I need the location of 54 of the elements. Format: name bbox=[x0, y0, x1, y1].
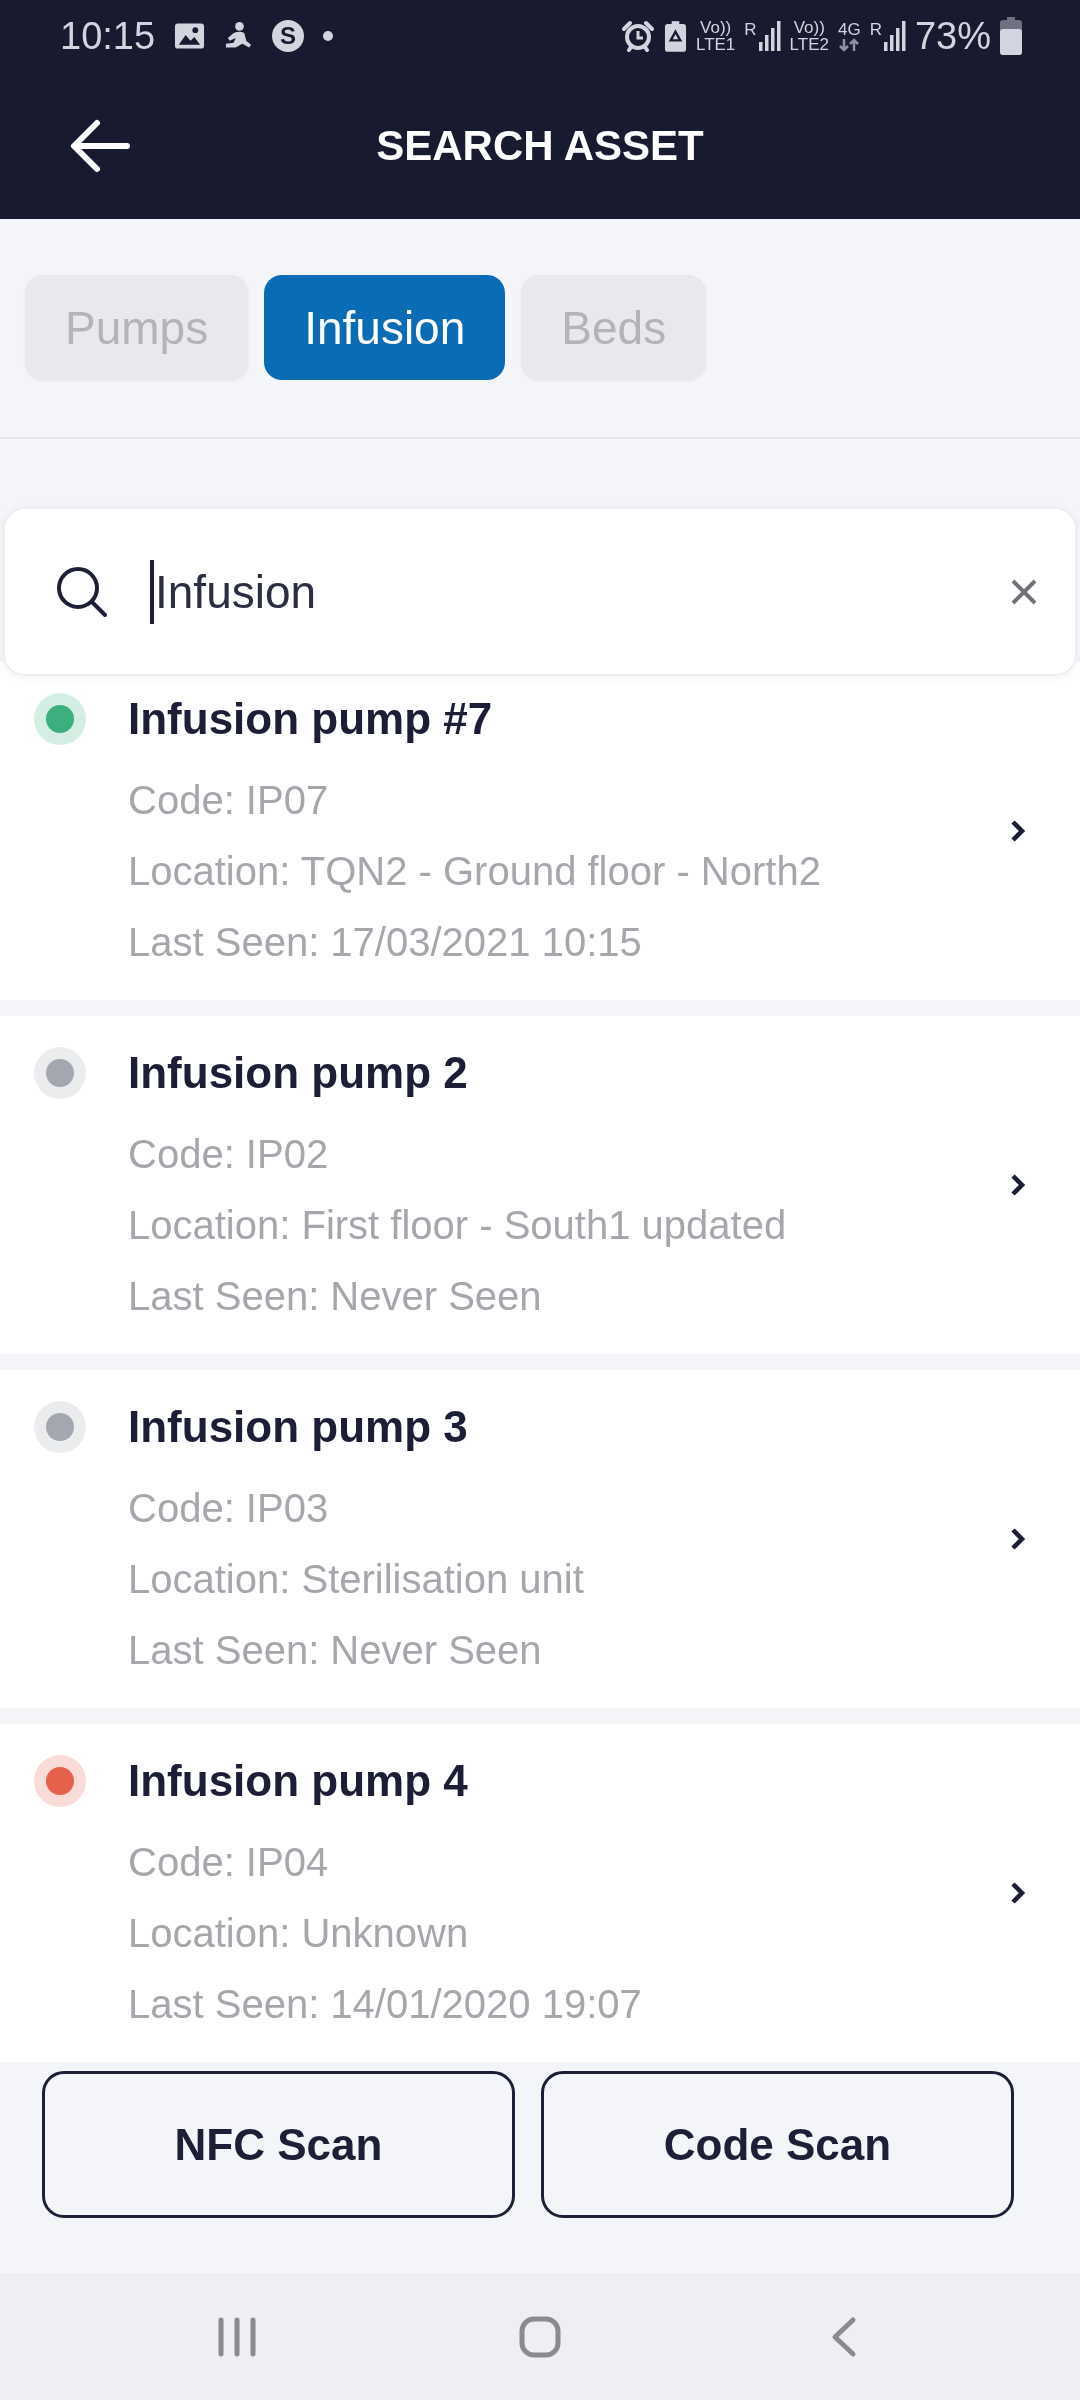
battery-percent: 73% bbox=[914, 17, 991, 55]
asset-location: Location: Sterilisation unit bbox=[128, 1556, 585, 1603]
asset-name: Infusion pump 2 bbox=[128, 1047, 469, 1099]
asset-code: Code: IP02 bbox=[128, 1131, 330, 1178]
asset-code: Code: IP03 bbox=[128, 1485, 330, 1532]
chevron-right-icon bbox=[1010, 819, 1026, 843]
asset-last-seen: Last Seen: Never Seen bbox=[128, 1627, 543, 1674]
asset-location: Location: Unknown bbox=[128, 1910, 470, 1957]
close-icon[interactable] bbox=[1011, 578, 1037, 605]
search-field[interactable]: Infusion bbox=[3, 507, 1077, 676]
back-arrow-icon[interactable] bbox=[69, 117, 131, 174]
volte-label: Vo)) bbox=[700, 19, 732, 36]
asset-last-seen: Last Seen: 14/01/2020 19:07 bbox=[128, 1981, 643, 2028]
recents-icon[interactable] bbox=[216, 2316, 257, 2357]
asset-name: Infusion pump 3 bbox=[128, 1401, 469, 1453]
asset-location: Location: TQN2 - Ground floor - North2 bbox=[128, 848, 822, 895]
chevron-right-icon bbox=[1010, 1527, 1026, 1551]
roaming-label: R bbox=[744, 21, 757, 38]
asset-name: Infusion pump #7 bbox=[128, 693, 494, 745]
signal-icon bbox=[883, 21, 906, 51]
asset-card[interactable]: Infusion pump 4 Code: IP04 Location: Unknown Last Seen: 14/01/2020 19:07 bbox=[0, 1724, 1080, 2062]
scan-button[interactable]: Code Scan bbox=[541, 2071, 1014, 2218]
app-badge: S bbox=[272, 20, 305, 52]
battery-icon bbox=[1000, 17, 1022, 55]
home-icon[interactable] bbox=[518, 2315, 561, 2358]
volte-label: Vo)) bbox=[793, 19, 825, 36]
signal-icon bbox=[758, 21, 781, 51]
data-label: 4G bbox=[837, 20, 861, 38]
asset-last-seen: Last Seen: Never Seen bbox=[128, 1273, 543, 1320]
dot-icon bbox=[323, 31, 334, 41]
asset-code: Code: IP04 bbox=[128, 1839, 330, 1886]
chevron-right-icon bbox=[1010, 1173, 1026, 1197]
person-icon bbox=[224, 21, 254, 51]
network-label: LTE1 bbox=[695, 36, 736, 53]
image-icon bbox=[174, 22, 206, 50]
data-arrows-icon bbox=[838, 37, 861, 52]
roaming-label: R bbox=[869, 21, 882, 38]
asset-location: Location: First floor - South1 updated bbox=[128, 1202, 788, 1249]
alarm-icon bbox=[620, 20, 655, 52]
asset-last-seen: Last Seen: 17/03/2021 10:15 bbox=[128, 919, 643, 966]
network-label: LTE2 bbox=[789, 36, 829, 53]
status-time: 10:15 bbox=[60, 17, 156, 55]
asset-card[interactable]: Infusion pump #7 Code: IP07 Location: TQN2 - Ground floor - North2 Last Seen: 17/03/2021 10:15 bbox=[0, 662, 1080, 1000]
asset-name: Infusion pump 4 bbox=[128, 1755, 469, 1807]
asset-code: Code: IP07 bbox=[128, 777, 330, 824]
battery-recycle-icon bbox=[663, 20, 687, 52]
asset-card[interactable]: Infusion pump 3 Code: IP03 Location: Sterilisation unit Last Seen: Never Seen bbox=[0, 1370, 1080, 1708]
chevron-right-icon bbox=[1010, 1881, 1026, 1905]
filter-tab[interactable]: Infusion bbox=[264, 275, 506, 380]
screen-title: SEARCH ASSET bbox=[376, 121, 704, 170]
scan-button[interactable]: NFC Scan bbox=[42, 2071, 515, 2218]
search-icon bbox=[56, 565, 108, 618]
asset-card[interactable]: Infusion pump 2 Code: IP02 Location: First floor - South1 updated Last Seen: Never Seen bbox=[0, 1016, 1080, 1354]
text-cursor-icon bbox=[150, 559, 154, 624]
